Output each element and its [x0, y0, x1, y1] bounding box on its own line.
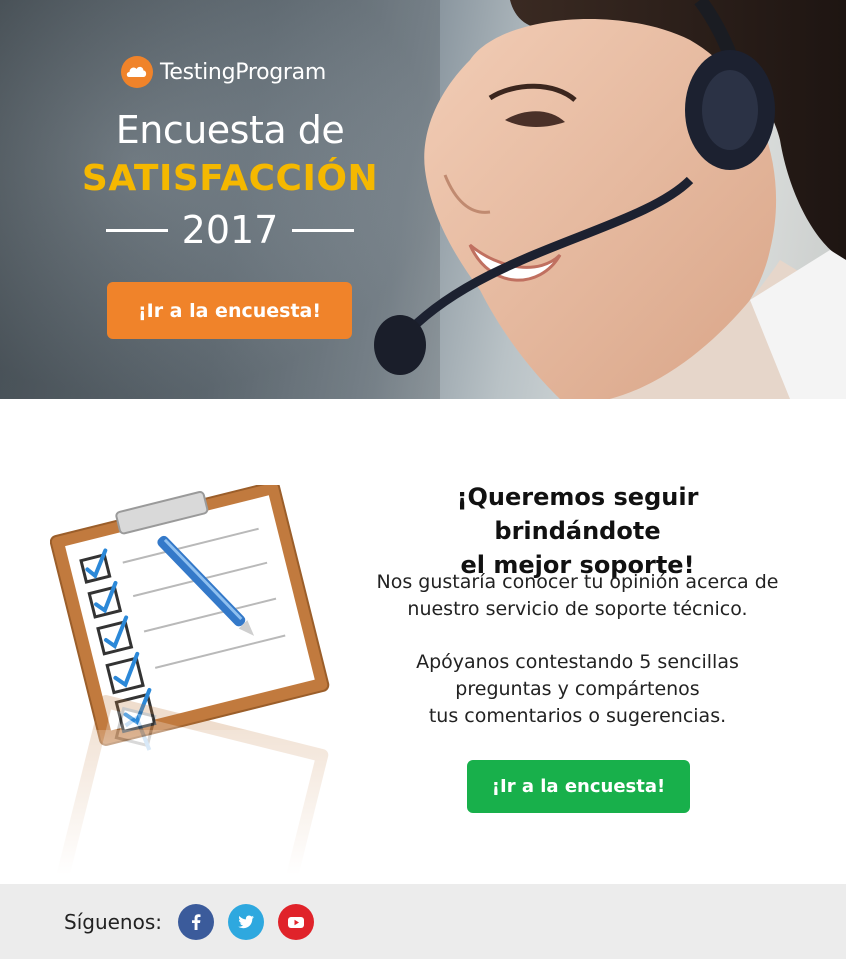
- hero-title-highlight: SATISFACCIÓN: [81, 158, 379, 199]
- support-agent-photo: [374, 0, 846, 399]
- twitter-icon[interactable]: [228, 903, 264, 940]
- divider-line-left: [105, 228, 168, 232]
- cloud-logo-icon: [121, 56, 153, 88]
- brand-name: TestingProgram: [160, 59, 326, 85]
- footer: Síguenos:: [0, 884, 846, 959]
- section-headline: ¡Queremos seguir brindándote el mejor so…: [456, 483, 699, 579]
- content-survey-button[interactable]: ¡Ir a la encuesta!: [467, 760, 690, 813]
- hero-banner: TestingProgram Encuesta de SATISFACCIÓN …: [0, 0, 846, 399]
- hero-year: 2017: [181, 208, 279, 252]
- hero-survey-button[interactable]: ¡Ir a la encuesta!: [107, 282, 352, 339]
- hero-year-row: 2017: [100, 208, 360, 252]
- divider-line-right: [292, 228, 355, 232]
- instructions-paragraph: Apóyanos contestando 5 sencillas pregunt…: [416, 651, 739, 727]
- follow-us-label: Síguenos:: [64, 909, 162, 934]
- hero-title: Encuesta de: [115, 108, 345, 152]
- clipboard-checklist-icon: [50, 485, 340, 875]
- youtube-icon[interactable]: [278, 903, 314, 940]
- facebook-icon[interactable]: [178, 903, 214, 940]
- intro-paragraph: Nos gustaría conocer tu opinión acerca d…: [376, 571, 779, 620]
- brand-logo: TestingProgram: [120, 55, 326, 89]
